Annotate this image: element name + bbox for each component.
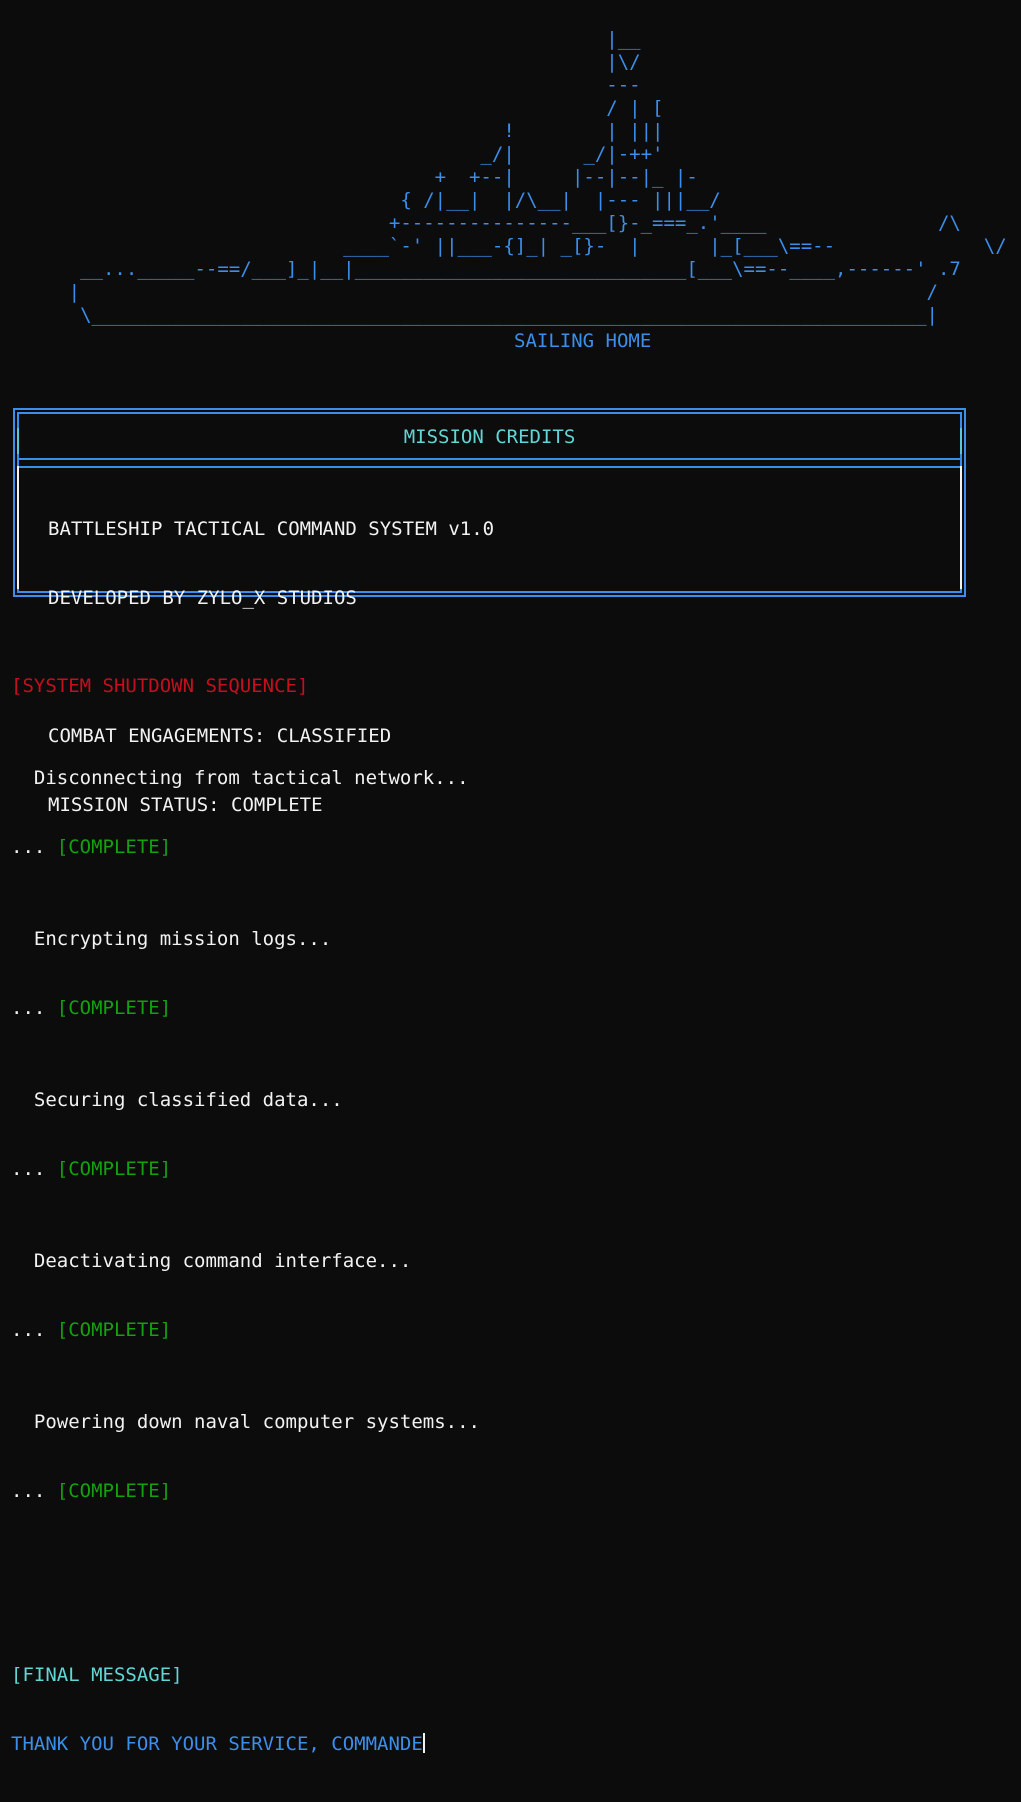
status-prefix: ... [11, 1158, 57, 1180]
shutdown-header: [SYSTEM SHUTDOWN SEQUENCE] [11, 675, 309, 697]
status-complete-badge: [COMPLETE] [56, 997, 172, 1019]
credits-divider [19, 458, 960, 468]
credits-title: MISSION CREDITS [403, 426, 576, 448]
credits-box: MISSION CREDITS BATTLESHIP TACTICAL COMM… [13, 408, 966, 816]
text-cursor [422, 1733, 425, 1753]
status-prefix: ... [11, 1480, 57, 1502]
credits-title-edge-right [960, 428, 962, 454]
terminal-window: |__ |\/ --- / | [! | ||| _/| _/|-++' + … [0, 0, 1021, 1755]
status-prefix: ... [11, 836, 57, 858]
status-complete-badge: [COMPLETE] [56, 1319, 172, 1341]
final-message-line: THANK YOU FOR YOUR SERVICE, COMMANDE [11, 1733, 480, 1756]
credits-line: BATTLESHIP TACTICAL COMMAND SYSTEM v1.0 [48, 518, 495, 540]
shutdown-status-line: ... [COMPLETE] [11, 836, 480, 859]
shutdown-step: Deactivating command interface... [11, 1250, 412, 1272]
status-complete-badge: [COMPLETE] [56, 836, 172, 858]
shutdown-status-line: ... [COMPLETE] [11, 1319, 480, 1342]
credits-body-edge-right [960, 466, 962, 589]
ship-caption: SAILING HOME [514, 330, 652, 352]
battleship-ascii-art: |__ |\/ --- / | [! | ||| _/| _/|-++' + … [68, 28, 1007, 326]
status-complete-badge: [COMPLETE] [56, 1158, 172, 1180]
final-message-header: [FINAL MESSAGE] [11, 1664, 183, 1686]
shutdown-status-line: ... [COMPLETE] [11, 1158, 480, 1181]
credits-line: DEVELOPED BY ZYLO_X STUDIOS [48, 587, 357, 609]
status-prefix: ... [11, 1319, 57, 1341]
shutdown-step: Disconnecting from tactical network... [11, 767, 469, 789]
credits-body-edge-left [17, 466, 19, 589]
shutdown-step: Powering down naval computer systems... [11, 1411, 480, 1433]
status-complete-badge: [COMPLETE] [56, 1480, 172, 1502]
shutdown-step: Securing classified data... [11, 1089, 343, 1111]
status-prefix: ... [11, 997, 57, 1019]
shutdown-status-line: ... [COMPLETE] [11, 1480, 480, 1503]
credits-box-inner-border: MISSION CREDITS BATTLESHIP TACTICAL COMM… [17, 412, 962, 816]
shutdown-step: Encrypting mission logs... [11, 928, 332, 950]
shutdown-log: [SYSTEM SHUTDOWN SEQUENCE] Disconnecting… [11, 629, 480, 1802]
shutdown-status-line: ... [COMPLETE] [11, 997, 480, 1020]
final-message-text: THANK YOU FOR YOUR SERVICE, COMMANDE [11, 1733, 423, 1755]
